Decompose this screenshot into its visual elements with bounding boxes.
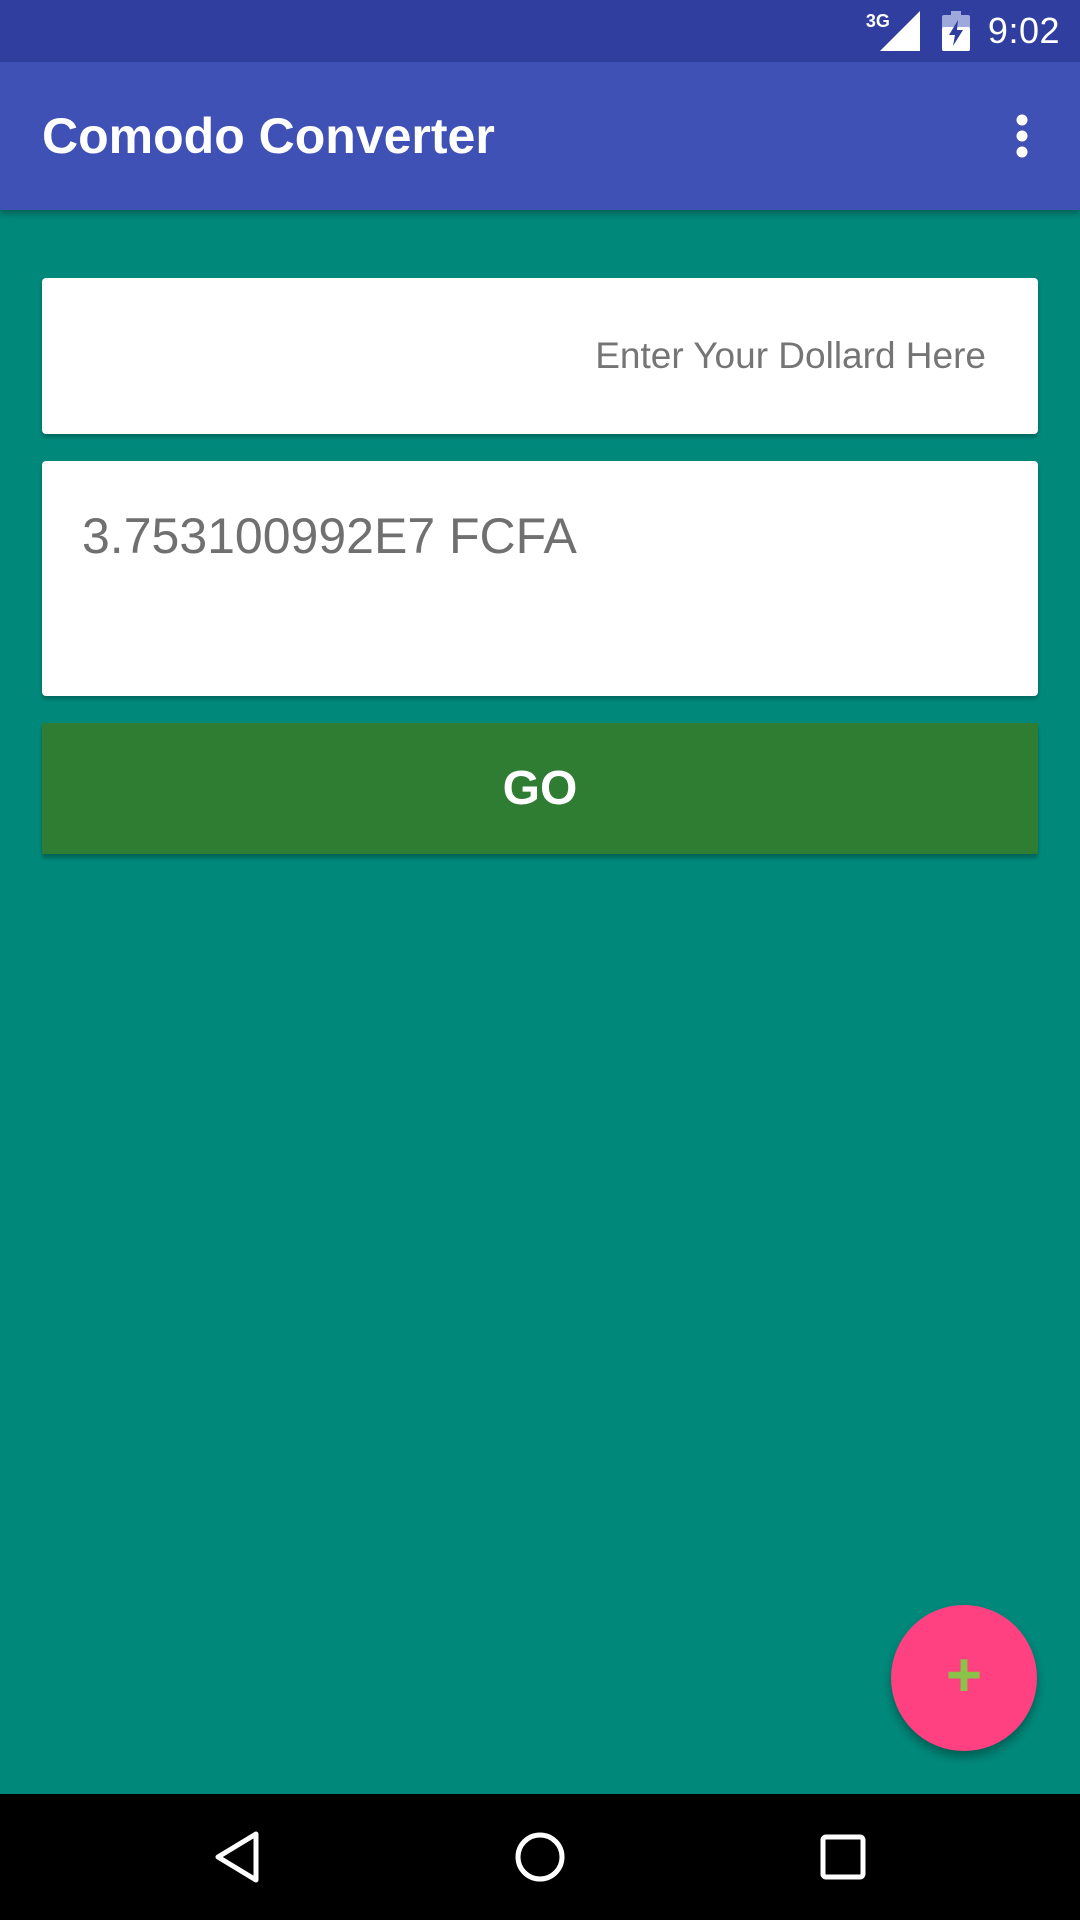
network-type-label: 3G: [865, 10, 890, 31]
status-bar: 3G 9:02: [0, 0, 1080, 62]
home-icon: [515, 1832, 565, 1882]
nav-home-button[interactable]: [500, 1817, 580, 1897]
recents-icon: [820, 1834, 866, 1880]
nav-recents-button[interactable]: [803, 1817, 883, 1897]
dollar-input-card: [42, 278, 1038, 434]
battery-charging-icon: [941, 11, 970, 51]
app-title: Comodo Converter: [42, 108, 495, 164]
add-fab-button[interactable]: +: [891, 1605, 1037, 1751]
conversion-result-text: 3.753100992E7 FCFA: [82, 508, 577, 564]
add-icon: +: [945, 1641, 983, 1710]
status-icons: 3G 9:02: [866, 0, 1060, 62]
dollar-amount-input[interactable]: [42, 278, 1038, 434]
back-icon: [215, 1831, 259, 1883]
overflow-menu-button[interactable]: [982, 96, 1062, 176]
result-card: 3.753100992E7 FCFA: [42, 461, 1038, 696]
app-screen: 3G 9:02 Comodo Converter 3.7531: [0, 0, 1080, 1920]
more-vert-icon: [1016, 114, 1028, 158]
go-button[interactable]: GO: [42, 723, 1038, 854]
navigation-bar: [0, 1794, 1080, 1920]
nav-back-button[interactable]: [197, 1817, 277, 1897]
app-bar: Comodo Converter: [0, 62, 1080, 210]
status-clock: 9:02: [987, 10, 1060, 51]
